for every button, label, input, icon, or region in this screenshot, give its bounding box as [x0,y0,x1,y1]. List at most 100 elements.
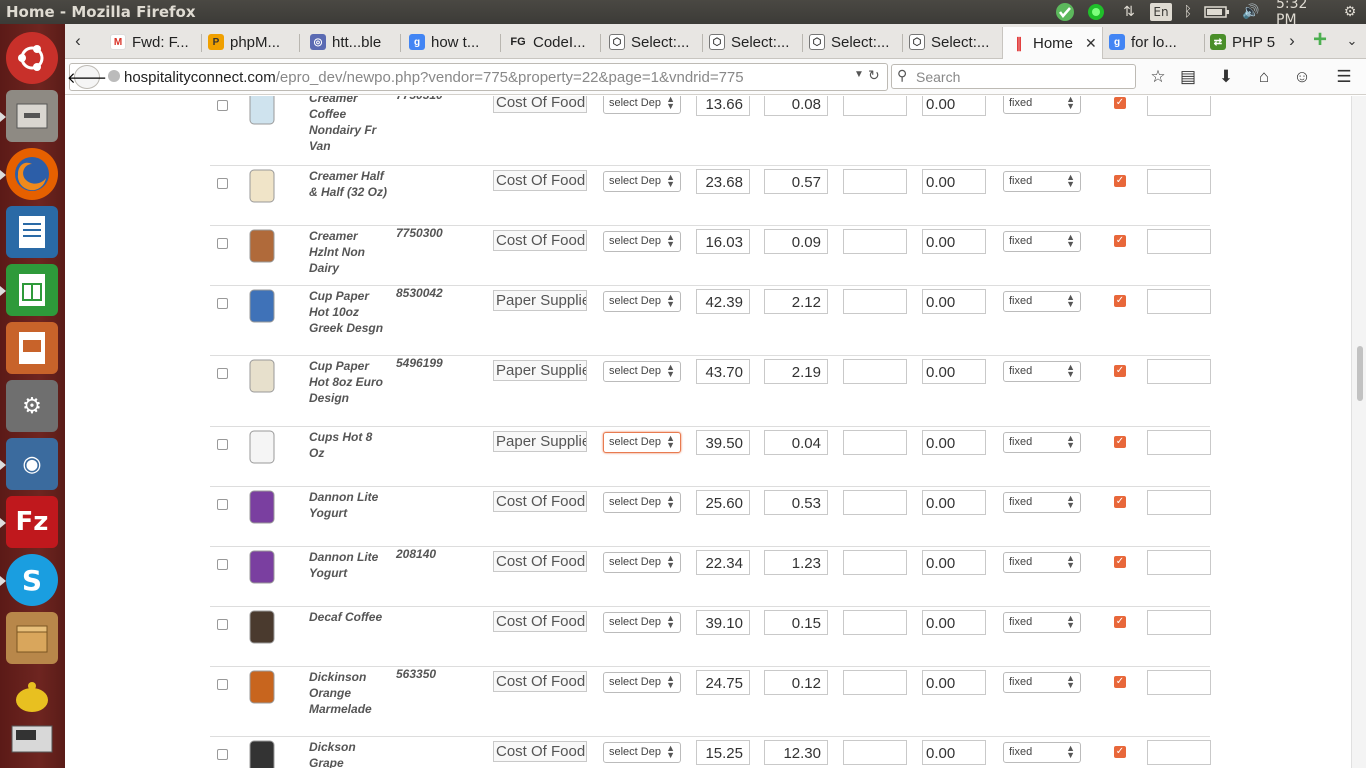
total-input[interactable]: 0.00 [922,229,986,254]
quantity-input[interactable] [843,740,907,765]
department-select[interactable]: select Dep ▲ ▼ [603,492,681,513]
power-gear-icon[interactable]: ⚙ [1341,2,1359,22]
price-input[interactable]: 24.75 [696,670,750,695]
checked-checkbox-icon[interactable]: ✓ [1114,496,1126,508]
price-input[interactable]: 39.10 [696,610,750,635]
unit-price-input[interactable]: 0.53 [764,490,828,515]
unit-price-input[interactable]: 0.57 [764,169,828,194]
globe-icon[interactable] [108,70,120,82]
quantity-input[interactable] [843,229,907,254]
ubuntu-logo-icon[interactable] [6,32,58,84]
tab-phpmyadmin[interactable]: PphpM... [208,27,296,57]
extra-input[interactable] [1147,610,1211,635]
tab-codeigniter[interactable]: FG CodeI... [509,27,595,57]
checked-checkbox-icon[interactable]: ✓ [1114,436,1126,448]
network-arrows-icon[interactable]: ⇅ [1118,2,1140,22]
category-field[interactable]: Cost Of Food [493,96,587,113]
tab-select-2[interactable]: ⬡ Select:... [709,27,799,57]
quantity-input[interactable] [843,610,907,635]
total-input[interactable]: 0.00 [922,670,986,695]
total-input[interactable]: 0.00 [922,96,986,116]
row-checkbox[interactable] [217,178,228,189]
department-select[interactable]: select Dep ▲ ▼ [603,552,681,573]
checked-checkbox-icon[interactable]: ✓ [1114,365,1126,377]
category-field[interactable]: Paper Supplie [493,290,587,311]
category-field[interactable]: Paper Supplie [493,431,587,452]
calc-icon[interactable] [6,264,58,316]
price-input[interactable]: 22.34 [696,550,750,575]
department-select[interactable]: select Dep ▲ ▼ [603,291,681,312]
volume-icon[interactable]: 🔊 [1239,2,1263,22]
network-tool-icon[interactable]: ◉ [6,438,58,490]
scrollbar-thumb[interactable] [1357,346,1363,401]
url-text[interactable]: hospitalityconnect.com/epro_dev/newpo.ph… [124,69,744,86]
download-icon[interactable]: ⬇ [1215,66,1237,88]
price-input[interactable]: 42.39 [696,289,750,314]
row-checkbox[interactable] [217,298,228,309]
department-select[interactable]: select Dep ▲ ▼ [603,96,681,114]
tab-php5[interactable]: ⇄ PHP 5 ... [1210,27,1280,57]
tab-select-3[interactable]: ⬡ Select:... [809,27,899,57]
category-field[interactable]: Cost Of Food [493,741,587,762]
page-scrollbar[interactable] [1351,96,1366,768]
tab-home[interactable]: ∥ Home ✕ [1002,27,1103,59]
total-input[interactable]: 0.00 [922,169,986,194]
history-dropdown-icon[interactable]: ▼ [854,69,864,80]
type-select[interactable]: fixed ▲ ▼ [1003,96,1081,114]
tab-github[interactable]: ◎ htt...ble [310,27,395,57]
tab-scroll-right-icon[interactable]: › [1281,30,1303,52]
type-select[interactable]: fixed ▲ ▼ [1003,171,1081,192]
extra-input[interactable] [1147,289,1211,314]
writer-icon[interactable] [6,206,58,258]
department-select[interactable]: select Dep ▲ ▼ [603,612,681,633]
unit-price-input[interactable]: 12.30 [764,740,828,765]
unit-price-input[interactable]: 0.08 [764,96,828,116]
row-checkbox[interactable] [217,439,228,450]
total-input[interactable]: 0.00 [922,289,986,314]
tab-google-for[interactable]: g for lo... [1109,27,1201,57]
status-dot-icon[interactable] [1086,2,1106,22]
extra-input[interactable] [1147,490,1211,515]
total-input[interactable]: 0.00 [922,740,986,765]
type-select[interactable]: fixed ▲ ▼ [1003,742,1081,763]
reading-list-icon[interactable]: ▤ [1177,66,1199,88]
row-checkbox[interactable] [217,368,228,379]
quantity-input[interactable] [843,430,907,455]
checked-checkbox-icon[interactable]: ✓ [1114,616,1126,628]
department-select[interactable]: select Dep ▲ ▼ [603,231,681,252]
search-box[interactable]: ⚲ Search [891,64,1136,89]
total-input[interactable]: 0.00 [922,359,986,384]
extra-input[interactable] [1147,740,1211,765]
reload-icon[interactable]: ↻ [868,67,880,84]
checked-checkbox-icon[interactable]: ✓ [1114,556,1126,568]
row-checkbox[interactable] [217,499,228,510]
unit-price-input[interactable]: 1.23 [764,550,828,575]
keyboard-layout[interactable]: En [1150,3,1172,21]
firefox-icon[interactable] [6,148,58,200]
unit-price-input[interactable]: 2.12 [764,289,828,314]
price-input[interactable]: 25.60 [696,490,750,515]
bluetooth-icon[interactable]: ᛒ [1180,2,1196,22]
department-select[interactable]: select Dep ▲ ▼ [603,361,681,382]
bookmark-star-icon[interactable]: ☆ [1147,66,1169,88]
tab-select-1[interactable]: ⬡ Select:... [609,27,699,57]
extra-input[interactable] [1147,550,1211,575]
quantity-input[interactable] [843,670,907,695]
type-select[interactable]: fixed ▲ ▼ [1003,552,1081,573]
category-field[interactable]: Cost Of Food [493,551,587,572]
unit-price-input[interactable]: 0.12 [764,670,828,695]
row-checkbox[interactable] [217,679,228,690]
search-input[interactable]: Search [916,69,960,85]
filezilla-icon[interactable]: Fz [6,496,58,548]
url-bar[interactable]: 🡐 hospitalityconnect.com/epro_dev/newpo.… [67,63,888,91]
checkmark-icon[interactable] [1055,2,1075,22]
quantity-input[interactable] [843,289,907,314]
battery-icon[interactable] [1203,2,1231,22]
type-select[interactable]: fixed ▲ ▼ [1003,672,1081,693]
chat-icon[interactable]: ☺ [1291,66,1313,88]
settings-icon[interactable]: ⚙ [6,380,58,432]
checked-checkbox-icon[interactable]: ✓ [1114,235,1126,247]
price-input[interactable]: 23.68 [696,169,750,194]
unit-price-input[interactable]: 0.15 [764,610,828,635]
quantity-input[interactable] [843,169,907,194]
